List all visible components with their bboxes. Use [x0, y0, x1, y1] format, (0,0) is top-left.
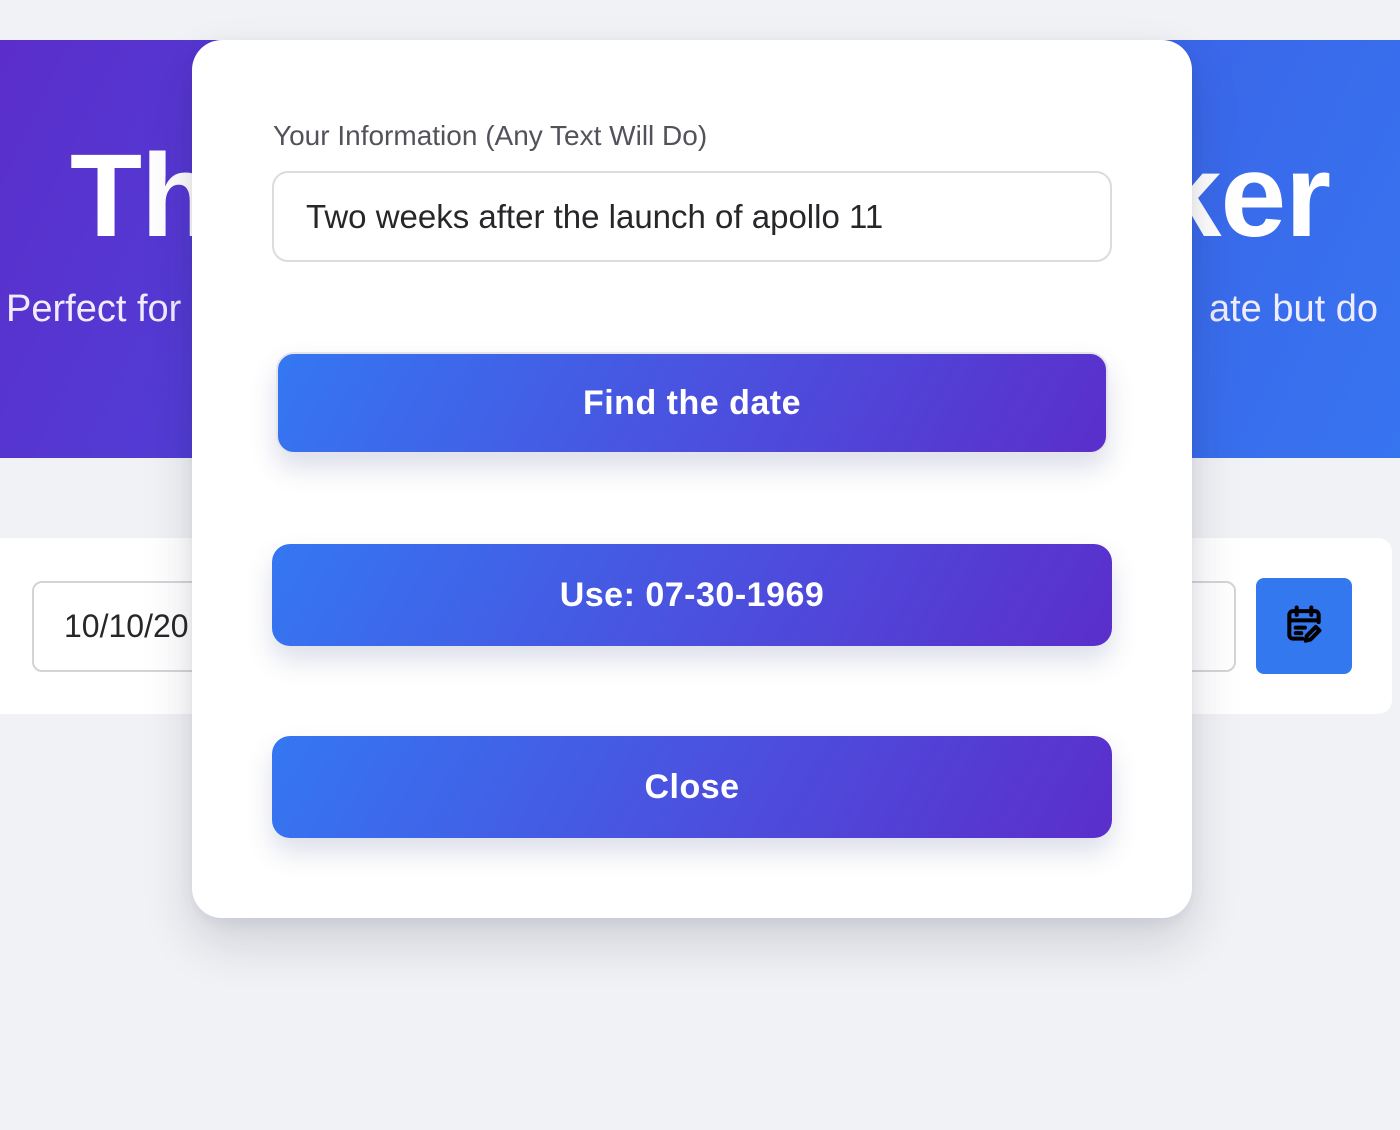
information-input[interactable]	[272, 171, 1112, 262]
information-field-label: Your Information (Any Text Will Do)	[273, 120, 708, 151]
hero-subtitle-visible-right: ate but do	[1208, 288, 1378, 330]
calendar-edit-icon	[1282, 602, 1326, 651]
hero-title-visible-left: Th	[70, 130, 213, 262]
find-date-button[interactable]: Find the date	[276, 352, 1108, 454]
calendar-button[interactable]	[1256, 578, 1352, 674]
hero-subtitle-visible-left: Perfect for	[6, 288, 182, 330]
use-date-button[interactable]: Use: 07-30-1969	[272, 544, 1112, 646]
close-button[interactable]: Close	[272, 736, 1112, 838]
date-finder-modal: Your Information (Any Text Will Do) Find…	[192, 40, 1192, 918]
